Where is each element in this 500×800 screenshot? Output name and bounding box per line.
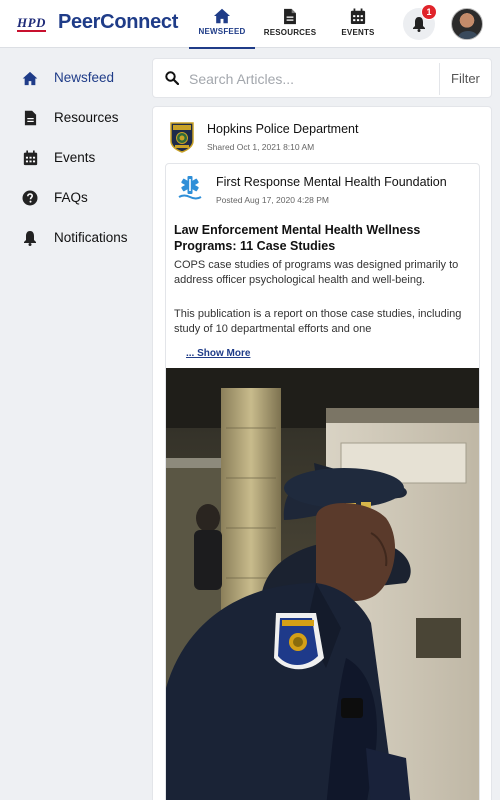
sidebar-item-notifications[interactable]: Notifications xyxy=(0,222,140,252)
article-posted-date: Posted Aug 17, 2020 4:28 PM xyxy=(216,195,329,205)
tab-resources-label: RESOURCES xyxy=(263,28,317,37)
sidebar-item-faqs[interactable]: FAQs xyxy=(0,182,140,212)
sidebar-item-label: Notifications xyxy=(54,229,128,245)
article-excerpt: COPS case studies of programs was design… xyxy=(174,259,459,286)
search-divider xyxy=(439,63,440,95)
post-author[interactable]: Hopkins Police Department xyxy=(207,122,358,136)
sidebar-item-newsfeed[interactable]: Newsfeed xyxy=(0,62,140,92)
hpd-logo[interactable]: HPD xyxy=(17,15,46,32)
article-excerpt-continued: This publication is a report on those ca… xyxy=(174,308,462,335)
question-circle-icon xyxy=(22,190,38,206)
home-icon xyxy=(214,8,230,24)
notification-count-badge: 1 xyxy=(421,4,437,20)
search-bar: Search Articles... Filter xyxy=(152,58,492,98)
tab-newsfeed-label: NEWSFEED xyxy=(198,27,246,36)
article-source[interactable]: First Response Mental Health Foundation xyxy=(216,175,447,189)
police-badge-logo[interactable] xyxy=(169,121,195,153)
search-icon xyxy=(165,71,180,90)
home-icon xyxy=(22,70,38,86)
bell-icon xyxy=(22,230,38,246)
shared-article-card[interactable]: First Response Mental Health Foundation … xyxy=(165,163,480,800)
article-title[interactable]: Law Enforcement Mental Health Wellness P… xyxy=(174,222,474,254)
tab-resources[interactable]: RESOURCES xyxy=(257,0,323,48)
brand-title[interactable]: PeerConnect xyxy=(58,11,178,34)
post-timestamp: Shared Oct 1, 2021 8:10 AM xyxy=(207,142,315,152)
filter-button[interactable]: Filter xyxy=(451,71,480,86)
calendar-icon xyxy=(350,8,366,25)
sidebar-item-label: Resources xyxy=(54,109,119,125)
calendar-icon xyxy=(22,150,38,166)
user-avatar[interactable] xyxy=(451,8,483,40)
tab-newsfeed[interactable]: NEWSFEED xyxy=(189,0,255,49)
medical-star-logo xyxy=(178,176,202,200)
sidebar-item-label: Newsfeed xyxy=(54,69,115,85)
show-more-link[interactable]: ... Show More xyxy=(186,348,250,359)
sidebar-item-label: Events xyxy=(54,149,96,165)
document-icon xyxy=(284,8,296,25)
article-photo[interactable] xyxy=(166,368,479,800)
feed-post-card: Hopkins Police Department Shared Oct 1, … xyxy=(152,106,492,800)
search-input[interactable]: Search Articles... xyxy=(189,71,294,87)
document-icon xyxy=(22,110,38,126)
top-navigation-bar: HPD PeerConnect NEWSFEED RESOURCES EVENT… xyxy=(0,0,500,49)
sidebar-item-label: FAQs xyxy=(54,189,88,205)
sidebar-item-resources[interactable]: Resources xyxy=(0,102,140,132)
sidebar-item-events[interactable]: Events xyxy=(0,142,140,172)
tab-events-label: EVENTS xyxy=(341,28,375,37)
tab-events[interactable]: EVENTS xyxy=(325,0,391,48)
